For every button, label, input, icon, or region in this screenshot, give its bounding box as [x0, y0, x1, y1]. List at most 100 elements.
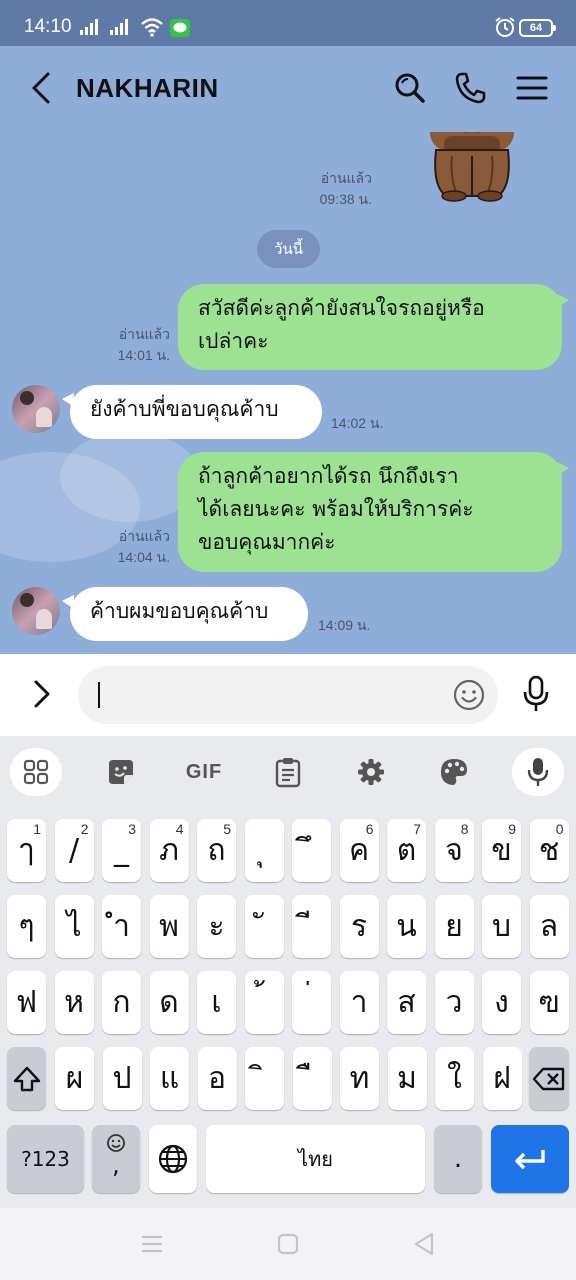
space-label: ไทย: [298, 1147, 333, 1171]
status-time: 14:10: [24, 16, 72, 37]
key-character: ึ: [292, 836, 331, 866]
received-message-bubble[interactable]: ยังค้าบพี่ขอบคุณค้าบ: [62, 385, 322, 439]
keyboard-microphone-icon[interactable]: [512, 748, 564, 796]
key[interactable]: ช0: [529, 819, 569, 882]
key-number-hint: 0: [555, 821, 564, 837]
key[interactable]: ำ: [102, 895, 141, 958]
back-triangle-icon[interactable]: [410, 1230, 438, 1258]
key[interactable]: ี: [292, 895, 331, 958]
backspace-key[interactable]: [529, 1047, 569, 1110]
key[interactable]: ค6: [339, 819, 379, 882]
key-character: ื: [293, 1064, 332, 1094]
recents-icon[interactable]: [138, 1230, 166, 1258]
home-icon[interactable]: [274, 1230, 302, 1258]
space-key[interactable]: ไทย: [206, 1125, 425, 1193]
key[interactable]: ิ: [245, 1047, 284, 1110]
key[interactable]: ถ5: [197, 819, 236, 882]
received-message-bubble[interactable]: ค้าบผมขอบคุณค้าบ: [62, 587, 308, 641]
key-character: ท: [349, 1060, 370, 1096]
key[interactable]: ล: [529, 895, 569, 958]
symbols-mode-label: ?123: [21, 1147, 70, 1171]
key[interactable]: ะ: [197, 895, 236, 958]
key[interactable]: ๅ1: [7, 819, 46, 882]
key[interactable]: ไ: [54, 895, 94, 958]
key-number-hint: 9: [508, 821, 516, 837]
key[interactable]: ง: [482, 971, 521, 1034]
key[interactable]: ด: [149, 971, 189, 1034]
key[interactable]: ว: [434, 971, 474, 1034]
avatar[interactable]: [12, 385, 60, 433]
emoji-comma-key[interactable]: ,: [92, 1125, 140, 1193]
key-character: ส: [397, 984, 416, 1020]
key[interactable]: ห: [54, 971, 94, 1034]
key[interactable]: ผ: [55, 1047, 94, 1110]
phone-icon[interactable]: [453, 70, 489, 106]
key[interactable]: ป: [102, 1047, 142, 1110]
hamburger-menu-icon[interactable]: [514, 70, 550, 106]
emoji-icon[interactable]: [452, 678, 486, 712]
key[interactable]: เ: [197, 971, 236, 1034]
sticker-icon[interactable]: [95, 748, 147, 796]
language-globe-key[interactable]: [149, 1125, 197, 1193]
key[interactable]: ข9: [482, 819, 521, 882]
key[interactable]: อ: [197, 1047, 237, 1110]
key[interactable]: ก: [102, 971, 141, 1034]
settings-gear-icon[interactable]: [345, 748, 397, 796]
key[interactable]: ท: [340, 1047, 379, 1110]
key[interactable]: ื: [292, 1047, 332, 1110]
enter-key[interactable]: [491, 1125, 569, 1193]
key[interactable]: ย: [434, 895, 474, 958]
key[interactable]: ม: [387, 1047, 427, 1110]
apps-grid-icon[interactable]: [10, 748, 62, 796]
key[interactable]: ส: [387, 971, 426, 1034]
key[interactable]: น: [387, 895, 426, 958]
key[interactable]: จ8: [434, 819, 474, 882]
key-character: ค: [348, 832, 370, 868]
read-receipt: อ่านแล้ว: [320, 170, 372, 186]
message-input[interactable]: [78, 666, 498, 724]
period-key[interactable]: .: [434, 1125, 482, 1193]
key[interactable]: ร: [339, 895, 379, 958]
sent-message-bubble[interactable]: สวัสดีค่ะลูกค้ายังสนใจรถอยู่หรือ เปล่าคะ: [178, 284, 569, 370]
microphone-icon[interactable]: [520, 674, 552, 714]
key[interactable]: พ: [149, 895, 189, 958]
search-icon[interactable]: [392, 70, 428, 106]
key[interactable]: ั: [244, 895, 284, 958]
key[interactable]: ้: [244, 971, 284, 1034]
key-character: แ: [159, 1060, 180, 1096]
chevron-right-icon[interactable]: [26, 676, 58, 712]
key[interactable]: ึ: [292, 819, 331, 882]
clipboard-icon[interactable]: [262, 748, 314, 796]
key[interactable]: แ: [150, 1047, 189, 1110]
key[interactable]: ๆ: [7, 895, 46, 958]
avatar[interactable]: [12, 587, 60, 635]
key-character: ต: [396, 832, 417, 868]
key[interactable]: บ: [482, 895, 521, 958]
palette-icon[interactable]: [428, 748, 480, 796]
key[interactable]: ่: [292, 971, 331, 1034]
key[interactable]: ฃ: [529, 971, 569, 1034]
key[interactable]: ต7: [387, 819, 426, 882]
shift-key[interactable]: [7, 1047, 46, 1110]
key-character: ะ: [208, 908, 225, 944]
key-number-hint: 3: [128, 821, 136, 837]
key[interactable]: ภ4: [149, 819, 189, 882]
symbols-mode-key[interactable]: ?123: [7, 1125, 84, 1193]
key[interactable]: /2: [54, 819, 94, 882]
key[interactable]: ุ: [244, 819, 284, 882]
text-cursor: [98, 682, 100, 708]
key[interactable]: ใ: [435, 1047, 474, 1110]
key[interactable]: ฝ: [482, 1047, 522, 1110]
key-character: /: [68, 832, 80, 868]
message-time: 14:09 น.: [318, 617, 371, 633]
sent-message-bubble[interactable]: ถ้าลูกค้าอยากได้รถ นึกถึงเรา ได้เลยนะคะ …: [178, 452, 569, 572]
message-meta: อ่านแล้ว 14:04 น.: [96, 526, 170, 568]
key[interactable]: า: [339, 971, 379, 1034]
key[interactable]: _ 3: [102, 819, 141, 882]
gif-button[interactable]: GIF: [178, 748, 230, 796]
key[interactable]: ฟ: [7, 971, 46, 1034]
chevron-left-icon[interactable]: [26, 70, 58, 106]
chat-title: NAKHARIN: [76, 73, 219, 103]
key-character: ด: [159, 984, 179, 1020]
chat-message-area[interactable]: อ่านแล้ว 09:38 น. วันนี้ อ่านแล้ว 14:01 …: [0, 132, 576, 654]
